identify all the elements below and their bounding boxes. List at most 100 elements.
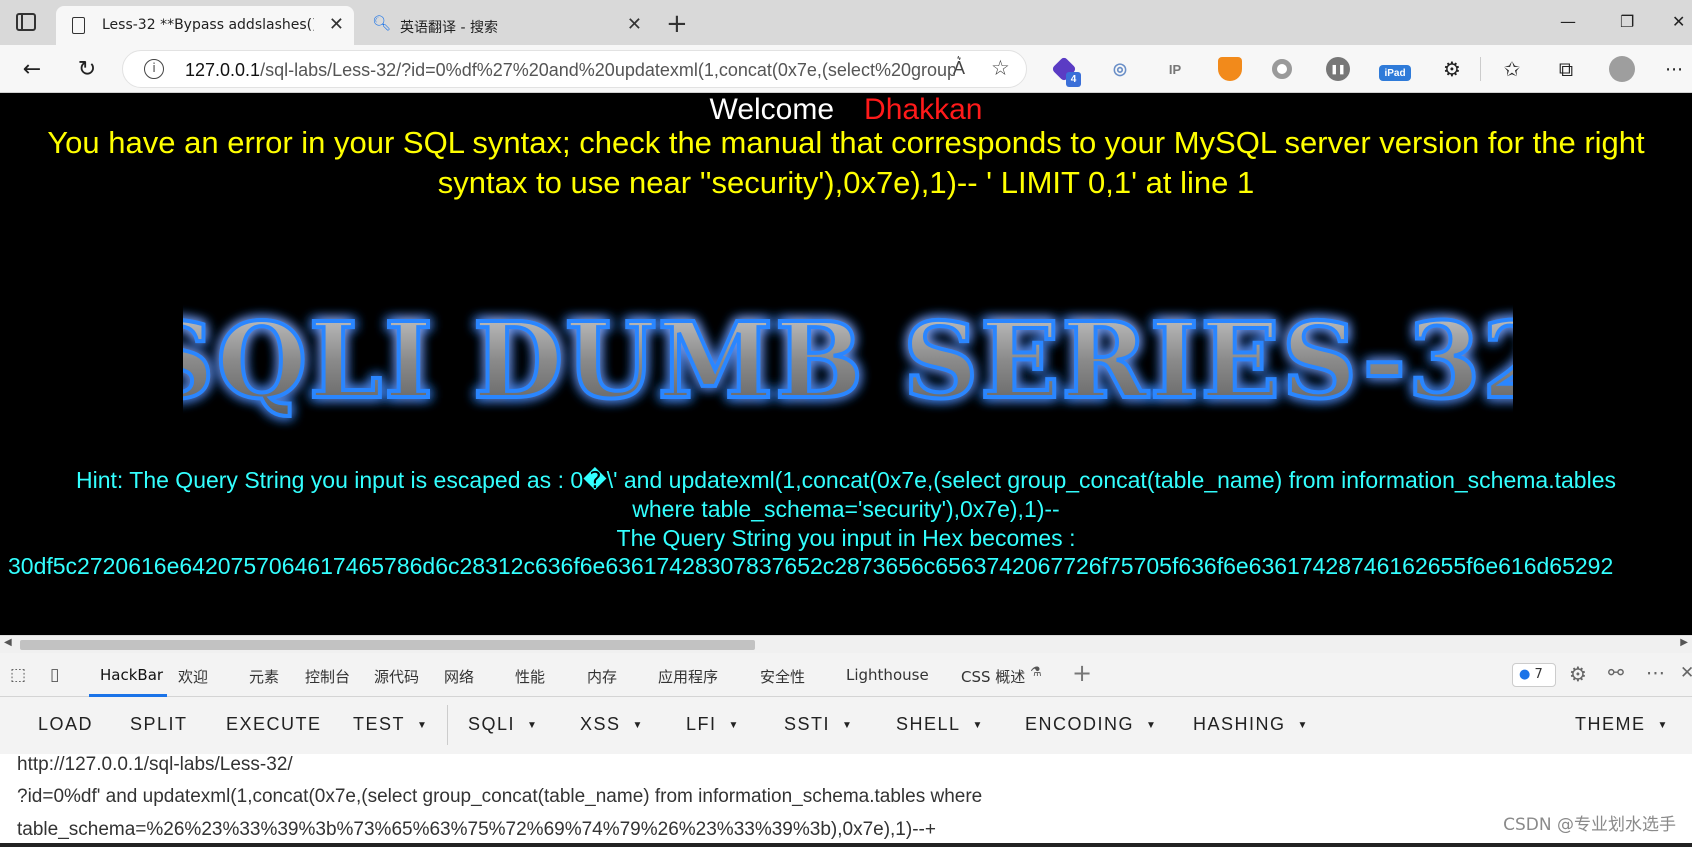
url-text: 127.0.0.1/sql-labs/Less-32/?id=0%df%27%2… bbox=[185, 60, 955, 80]
split-button[interactable]: SPLIT bbox=[130, 714, 188, 735]
browser-tab-bar: Less-32 **Bypass addslashes()** ✕ 🔍︎ 英语翻… bbox=[0, 0, 1692, 45]
close-icon[interactable]: ✕ bbox=[627, 16, 642, 34]
sqli-button[interactable]: SQLI ▼ bbox=[468, 714, 538, 735]
scroll-left-icon[interactable]: ◀ bbox=[4, 637, 12, 648]
devtools-more-icon[interactable]: ⋯ bbox=[1646, 662, 1665, 684]
window-close-icon[interactable]: ✕ bbox=[1672, 12, 1685, 31]
close-icon[interactable]: ✕ bbox=[329, 16, 344, 34]
url-line-3[interactable]: table_schema=%26%23%33%39%3b%73%65%63%75… bbox=[17, 819, 936, 841]
chevron-down-icon: ▼ bbox=[1657, 719, 1669, 731]
devtools-tab-bar: ⬚ ▯ HackBar 欢迎 元素 控制台 源代码 网络 性能 内存 应用程序 … bbox=[0, 653, 1692, 697]
tab-memory[interactable]: 内存 bbox=[587, 666, 617, 687]
issues-count: 7 bbox=[1534, 667, 1543, 682]
address-bar[interactable]: i 127.0.0.1/sql-labs/Less-32/?id=0%df%27… bbox=[122, 50, 1027, 88]
page-icon bbox=[72, 17, 85, 34]
restore-icon[interactable]: ❐ bbox=[1620, 12, 1634, 31]
ssti-button[interactable]: SSTI ▼ bbox=[784, 714, 853, 735]
test-button[interactable]: TEST ▼ bbox=[353, 714, 428, 735]
hackbar-toolbar: LOAD SPLIT EXECUTE TEST ▼ SQLI ▼ XSS ▼ LFI ▼… bbox=[0, 697, 1692, 754]
tab-security[interactable]: 安全性 bbox=[760, 666, 805, 687]
lfi-button[interactable]: LFI ▼ bbox=[686, 714, 740, 735]
devtools-close-icon[interactable]: ✕ bbox=[1680, 663, 1692, 683]
collections-icon[interactable]: ⧉ bbox=[1552, 55, 1580, 83]
brave-shield-icon[interactable] bbox=[1218, 57, 1242, 81]
paused-icon[interactable]: ❚❚ bbox=[1326, 57, 1350, 81]
chevron-down-icon: ▼ bbox=[972, 719, 984, 731]
address-toolbar: ← ↻ i 127.0.0.1/sql-labs/Less-32/?id=0%d… bbox=[0, 45, 1692, 93]
tab-css-overview[interactable]: CSS 概述 bbox=[961, 666, 1025, 687]
tab-performance[interactable]: 性能 bbox=[515, 666, 545, 687]
chevron-down-icon: ▼ bbox=[1297, 719, 1309, 731]
chevron-down-icon: ▼ bbox=[842, 719, 854, 731]
extension-badge: 4 bbox=[1066, 72, 1081, 87]
tab-actions-icon[interactable] bbox=[16, 13, 36, 31]
chevron-down-icon: ▼ bbox=[417, 719, 429, 731]
url-line-1[interactable]: http://127.0.0.1/sql-labs/Less-32/ bbox=[17, 754, 293, 776]
issues-badge[interactable]: ● 7 bbox=[1512, 663, 1556, 687]
tab-title: Less-32 **Bypass addslashes()** bbox=[102, 17, 314, 33]
tab-elements[interactable]: 元素 bbox=[249, 666, 279, 687]
username: Dhakkan bbox=[864, 93, 983, 126]
info-icon[interactable]: i bbox=[144, 59, 164, 79]
extensions-icon[interactable]: ⚙ bbox=[1438, 55, 1466, 83]
favorite-add-icon[interactable]: ☆ bbox=[991, 56, 1010, 80]
hint-line-2: where table_schema='security'),0x7e),1)-… bbox=[632, 496, 1060, 522]
xss-button[interactable]: XSS ▼ bbox=[580, 714, 644, 735]
shell-button[interactable]: SHELL ▼ bbox=[896, 714, 984, 735]
message-icon: ● bbox=[1519, 667, 1531, 682]
read-aloud-icon[interactable]: A͛ bbox=[953, 58, 965, 79]
chevron-down-icon: ▼ bbox=[728, 719, 740, 731]
tab-network[interactable]: 网络 bbox=[444, 666, 474, 687]
welcome-text: Welcome bbox=[709, 93, 835, 126]
tab-welcome[interactable]: 欢迎 bbox=[178, 666, 208, 687]
horizontal-scrollbar[interactable]: ◀ ▶ bbox=[0, 635, 1692, 653]
chevron-down-icon: ▼ bbox=[632, 719, 644, 731]
device-toggle-icon[interactable]: ▯ bbox=[50, 665, 59, 685]
tab-application[interactable]: 应用程序 bbox=[658, 666, 718, 687]
tab-console[interactable]: 控制台 bbox=[305, 666, 350, 687]
welcome-line: Welcome Dhakkan bbox=[0, 93, 1692, 127]
hint-hex-line: 30df5c2720616e6420757064617465786d6c2831… bbox=[8, 553, 1614, 579]
csdn-watermark: CSDN @专业划水选手 bbox=[1503, 815, 1676, 835]
sql-error-line-2: syntax to use near ''security'),0x7e),1)… bbox=[437, 165, 1255, 200]
tab-translate[interactable]: 🔍︎ 英语翻译 - 搜索 ✕ bbox=[356, 6, 652, 45]
page-content: Welcome Dhakkan You have an error in your… bbox=[0, 93, 1692, 635]
ip-icon[interactable]: IP bbox=[1163, 57, 1187, 81]
add-tab-icon[interactable]: + bbox=[1072, 659, 1092, 687]
encoding-button[interactable]: ENCODING ▼ bbox=[1025, 714, 1157, 735]
back-button[interactable]: ← bbox=[18, 55, 46, 83]
inspect-icon[interactable]: ⬚ bbox=[10, 665, 26, 685]
tab-hackbar[interactable]: HackBar bbox=[100, 666, 163, 684]
bottom-edge bbox=[0, 843, 1692, 847]
profile-avatar[interactable] bbox=[1608, 55, 1636, 83]
favorites-icon[interactable]: ✩ bbox=[1498, 55, 1526, 83]
hackbar-url-input[interactable]: http://127.0.0.1/sql-labs/Less-32/ ?id=0… bbox=[0, 754, 1692, 847]
tab-title: 英语翻译 - 搜索 bbox=[400, 20, 498, 36]
more-options-icon[interactable]: ⋯ bbox=[1660, 55, 1688, 83]
circle-icon[interactable] bbox=[1272, 59, 1292, 79]
hashing-button[interactable]: HASHING ▼ bbox=[1193, 714, 1309, 735]
scroll-right-icon[interactable]: ▶ bbox=[1680, 637, 1688, 648]
scrollbar-thumb[interactable] bbox=[20, 640, 755, 650]
customize-icon[interactable]: ⚯ bbox=[1608, 662, 1624, 684]
ipad-icon[interactable]: iPad bbox=[1379, 65, 1411, 81]
refresh-button[interactable]: ↻ bbox=[73, 55, 101, 83]
url-line-2[interactable]: ?id=0%df' and updatexml(1,concat(0x7e,(s… bbox=[17, 786, 982, 808]
new-tab-button[interactable]: + bbox=[666, 9, 688, 39]
tab-less-32[interactable]: Less-32 **Bypass addslashes()** ✕ bbox=[56, 6, 354, 45]
chevron-down-icon: ▼ bbox=[1146, 719, 1158, 731]
hint-line-3: The Query String you input in Hex become… bbox=[616, 525, 1076, 551]
banner-title: SQLI DUMB SERIES-32 bbox=[183, 299, 1513, 422]
minimize-icon[interactable]: — bbox=[1560, 12, 1576, 31]
settings-gear-icon[interactable]: ⚙ bbox=[1569, 662, 1587, 686]
load-button[interactable]: LOAD bbox=[38, 714, 93, 735]
search-icon: 🔍︎ bbox=[372, 14, 392, 32]
tab-lighthouse[interactable]: Lighthouse bbox=[846, 666, 929, 684]
sql-error-line-1: You have an error in your SQL syntax; ch… bbox=[47, 125, 1645, 160]
eye-icon[interactable]: ◎ bbox=[1108, 57, 1132, 81]
tab-sources[interactable]: 源代码 bbox=[374, 666, 419, 687]
theme-button[interactable]: THEME ▼ bbox=[1575, 714, 1669, 735]
flask-icon: ⚗ bbox=[1030, 665, 1042, 680]
series-banner: SQLI DUMB SERIES-32 bbox=[183, 297, 1513, 424]
execute-button[interactable]: EXECUTE bbox=[226, 714, 322, 735]
